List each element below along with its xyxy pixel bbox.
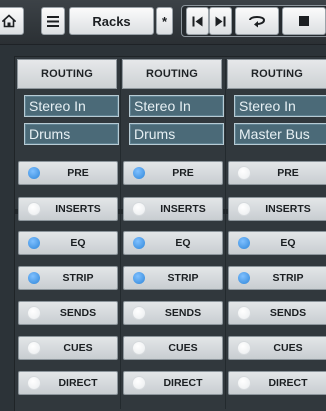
rack-led-icon: [238, 167, 250, 179]
rack-led-icon: [238, 203, 250, 215]
mixer-racks-panel: ROUTING Stereo In Drums PRE INSERTS EQ S…: [14, 56, 326, 411]
racks-dropdown[interactable]: Racks: [69, 7, 154, 35]
rack-led-icon: [28, 307, 40, 319]
go-to-next-marker-icon: [215, 16, 226, 27]
rack-led-icon: [28, 342, 40, 354]
next-marker-button[interactable]: [209, 7, 232, 35]
rack-cues-button[interactable]: CUES: [18, 336, 118, 360]
rack-led-icon: [133, 342, 145, 354]
rack-label: CUES: [168, 342, 198, 354]
rack-label: SENDS: [269, 307, 307, 319]
rack-eq-button[interactable]: EQ: [228, 231, 326, 255]
cycle-button[interactable]: [235, 7, 279, 35]
racks-label: Racks: [92, 13, 131, 29]
rack-label: STRIP: [272, 272, 304, 284]
output-routing-field[interactable]: Master Bus: [234, 123, 326, 145]
rack-cues-button[interactable]: CUES: [123, 336, 223, 360]
rack-label: PRE: [277, 167, 299, 179]
rack-label: STRIP: [62, 272, 94, 284]
rack-direct-button[interactable]: DIRECT: [123, 371, 223, 395]
rack-sends-button[interactable]: SENDS: [18, 301, 118, 325]
rack-led-icon: [133, 307, 145, 319]
rack-label: EQ: [70, 237, 86, 249]
rack-led-icon: [133, 377, 145, 389]
channel-strip-1: ROUTING Stereo In Drums PRE INSERTS EQ S…: [15, 57, 119, 411]
output-routing-field[interactable]: Drums: [24, 123, 119, 145]
rack-led-icon: [238, 307, 250, 319]
rack-led-icon: [133, 237, 145, 249]
menu-icon: [47, 15, 59, 27]
rack-led-icon: [133, 203, 145, 215]
rack-label: SENDS: [59, 307, 97, 319]
rack-label: STRIP: [167, 272, 199, 284]
rack-inserts-button[interactable]: INSERTS: [18, 197, 118, 221]
rack-label: PRE: [67, 167, 89, 179]
channel-strip-3: ROUTING Stereo In Master Bus PRE INSERTS…: [225, 57, 326, 411]
routing-header[interactable]: ROUTING: [17, 59, 117, 89]
stop-icon: [299, 16, 309, 26]
rack-pre-button[interactable]: PRE: [18, 161, 118, 185]
rack-sends-button[interactable]: SENDS: [228, 301, 326, 325]
rack-label: CUES: [273, 342, 303, 354]
rack-inserts-button[interactable]: INSERTS: [123, 197, 223, 221]
rack-led-icon: [238, 237, 250, 249]
rack-led-icon: [28, 377, 40, 389]
rack-sends-button[interactable]: SENDS: [123, 301, 223, 325]
rack-led-icon: [28, 167, 40, 179]
home-icon: [2, 14, 16, 28]
rack-strip-button[interactable]: STRIP: [123, 266, 223, 290]
rack-led-icon: [28, 272, 40, 284]
rack-label: SENDS: [164, 307, 202, 319]
rack-led-icon: [133, 272, 145, 284]
rack-label: EQ: [280, 237, 296, 249]
previous-marker-button[interactable]: [186, 7, 209, 35]
routing-header[interactable]: ROUTING: [227, 59, 326, 89]
rack-led-icon: [133, 167, 145, 179]
rack-label: DIRECT: [268, 377, 308, 389]
rack-inserts-button[interactable]: INSERTS: [228, 197, 326, 221]
rack-led-icon: [28, 203, 40, 215]
rack-pre-button[interactable]: PRE: [123, 161, 223, 185]
stop-button[interactable]: [282, 7, 326, 35]
rack-eq-button[interactable]: EQ: [123, 231, 223, 255]
transport-group: [181, 5, 326, 37]
rack-strip-button[interactable]: STRIP: [18, 266, 118, 290]
rack-label: INSERTS: [55, 203, 101, 215]
rack-led-icon: [28, 237, 40, 249]
cycle-icon: [246, 14, 268, 28]
rack-eq-button[interactable]: EQ: [18, 231, 118, 255]
rack-label: EQ: [175, 237, 191, 249]
rack-led-icon: [238, 377, 250, 389]
rack-label: INSERTS: [265, 203, 311, 215]
rack-direct-button[interactable]: DIRECT: [228, 371, 326, 395]
rack-label: CUES: [63, 342, 93, 354]
rack-label: DIRECT: [163, 377, 203, 389]
rack-label: PRE: [172, 167, 194, 179]
input-routing-field[interactable]: Stereo In: [129, 95, 224, 117]
rack-pre-button[interactable]: PRE: [228, 161, 326, 185]
rack-cues-button[interactable]: CUES: [228, 336, 326, 360]
channel-strip-2: ROUTING Stereo In Drums PRE INSERTS EQ S…: [120, 57, 224, 411]
input-routing-field[interactable]: Stereo In: [234, 95, 326, 117]
rack-label: DIRECT: [58, 377, 98, 389]
home-button[interactable]: [0, 7, 24, 35]
rack-label: INSERTS: [160, 203, 206, 215]
rack-strip-button[interactable]: STRIP: [228, 266, 326, 290]
menu-button[interactable]: [41, 7, 65, 35]
favorite-button[interactable]: *: [156, 7, 173, 35]
rack-led-icon: [238, 342, 250, 354]
output-routing-field[interactable]: Drums: [129, 123, 224, 145]
go-to-previous-marker-icon: [192, 16, 203, 27]
toolbar: Racks *: [0, 0, 326, 45]
rack-direct-button[interactable]: DIRECT: [18, 371, 118, 395]
routing-header[interactable]: ROUTING: [122, 59, 222, 89]
input-routing-field[interactable]: Stereo In: [24, 95, 119, 117]
star-icon: *: [161, 13, 168, 29]
rack-led-icon: [238, 272, 250, 284]
